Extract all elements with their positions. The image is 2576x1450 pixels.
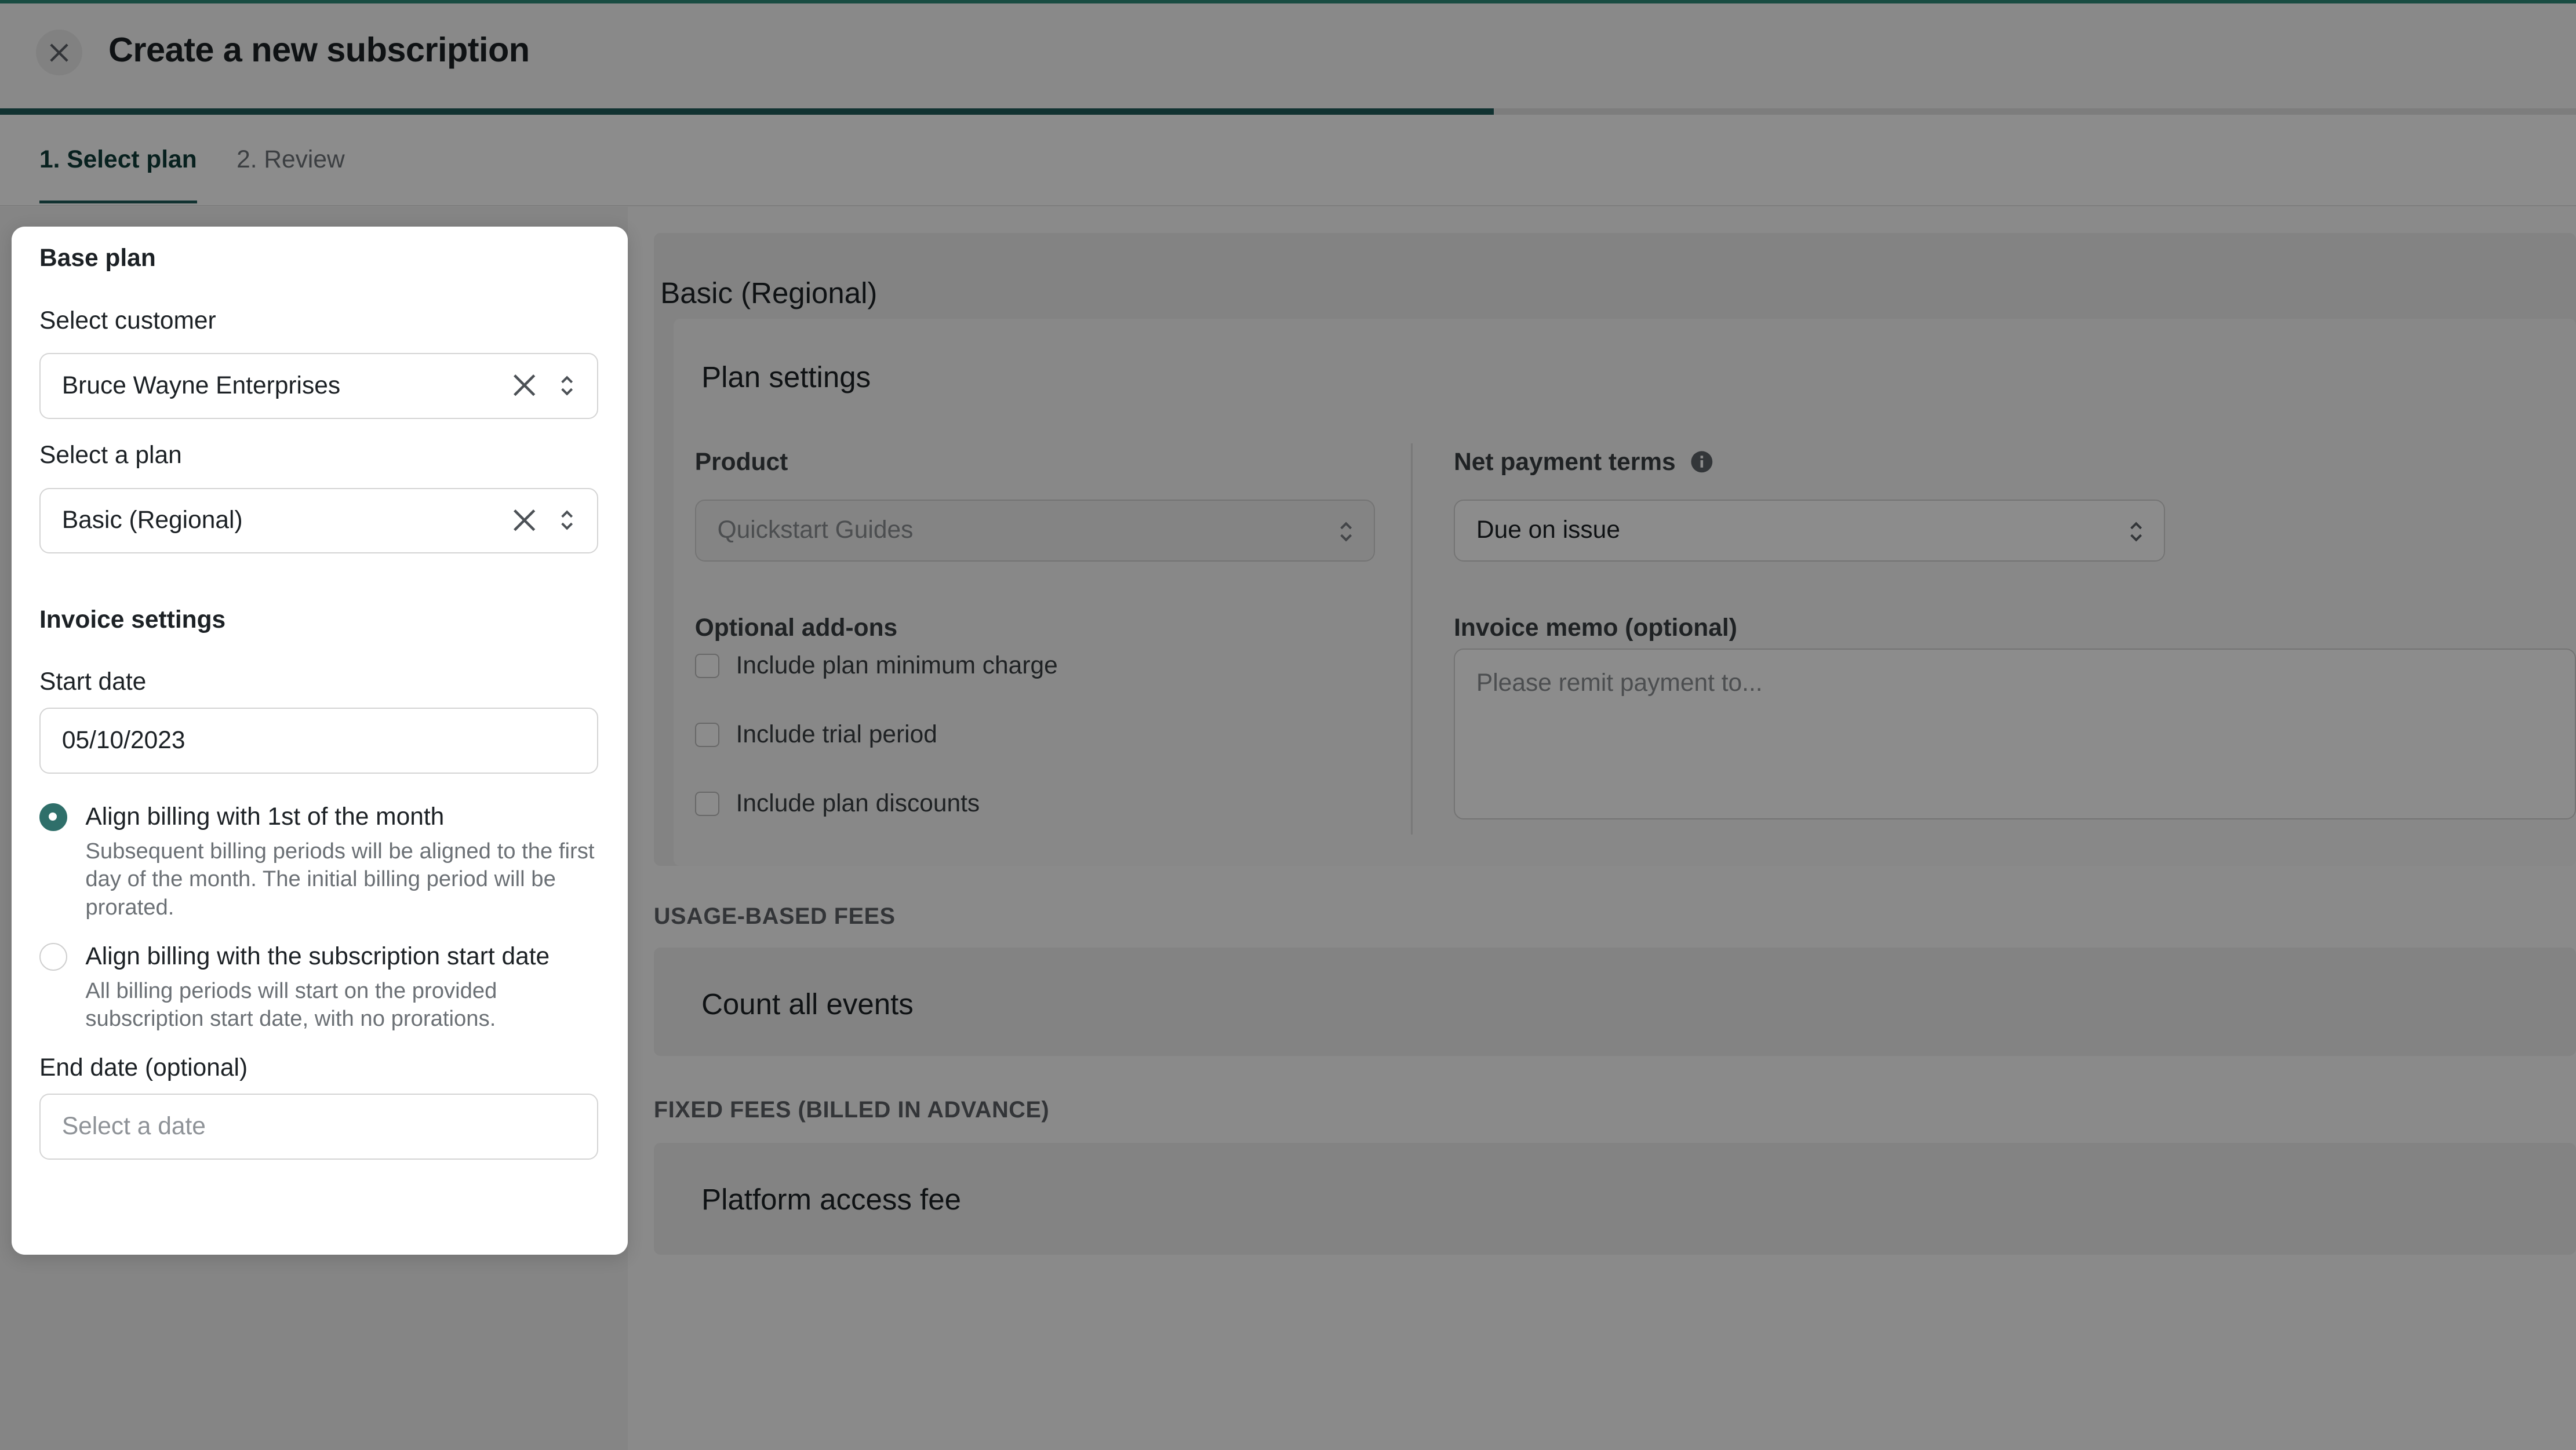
- plan-select[interactable]: Basic (Regional): [39, 487, 598, 554]
- plan-value: Basic (Regional): [61, 507, 243, 534]
- customer-select[interactable]: Bruce Wayne Enterprises: [39, 353, 598, 419]
- align-first-of-month-radio[interactable]: [39, 803, 68, 831]
- customer-label: Select customer: [39, 307, 216, 334]
- base-plan-title: Base plan: [39, 245, 156, 272]
- align-first-of-month-description: Subsequent billing periods will be align…: [85, 839, 595, 920]
- end-date-placeholder: Select a date: [61, 1113, 206, 1141]
- chevron-updown-icon[interactable]: [559, 505, 575, 535]
- chevron-updown-icon[interactable]: [559, 371, 575, 400]
- start-date-label: Start date: [39, 668, 147, 696]
- align-start-date-radio[interactable]: [39, 942, 68, 971]
- align-start-date-description: All billing periods will start on the pr…: [85, 978, 497, 1032]
- clear-icon[interactable]: [511, 507, 537, 533]
- base-plan-drawer: Base plan Select customer Bruce Wayne En…: [11, 227, 628, 1255]
- clear-icon[interactable]: [511, 372, 537, 398]
- end-date-input[interactable]: Select a date: [39, 1094, 598, 1160]
- customer-value: Bruce Wayne Enterprises: [61, 371, 341, 399]
- end-date-label: End date (optional): [39, 1054, 248, 1082]
- invoice-settings-title: Invoice settings: [39, 606, 226, 633]
- plan-label: Select a plan: [39, 442, 182, 469]
- align-start-date-label[interactable]: Align billing with the subscription star…: [85, 943, 550, 971]
- start-date-value: 05/10/2023: [61, 727, 185, 755]
- align-first-of-month-label[interactable]: Align billing with 1st of the month: [85, 803, 444, 831]
- start-date-input[interactable]: 05/10/2023: [39, 708, 598, 774]
